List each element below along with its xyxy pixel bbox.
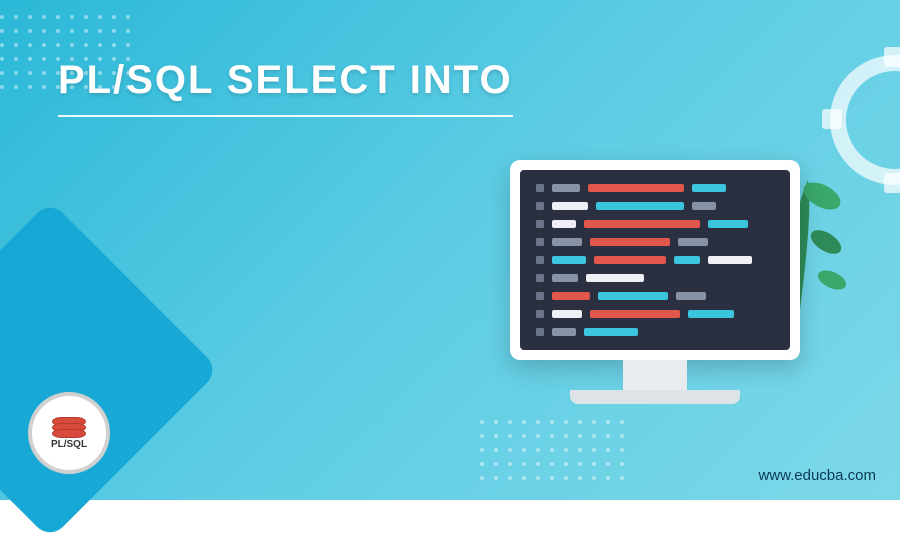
code-segment (708, 220, 748, 228)
plsql-logo: PL/SQL (28, 392, 110, 474)
code-segment (552, 202, 588, 210)
code-segment (708, 256, 752, 264)
code-segment (586, 274, 644, 282)
code-segment (552, 256, 586, 264)
code-segment (674, 256, 700, 264)
code-segment (552, 310, 582, 318)
code-line (536, 274, 774, 282)
decorative-diamond (0, 200, 220, 539)
banner: PL/SQL SELECT INTO PL/SQL www.educba.com (0, 0, 900, 500)
decorative-dots-bottom (480, 420, 640, 500)
monitor-illustration (510, 160, 800, 404)
code-line (536, 184, 774, 192)
code-segment (676, 292, 706, 300)
code-segment (552, 220, 576, 228)
code-segment (552, 292, 590, 300)
code-segment (688, 310, 734, 318)
code-segment (692, 184, 726, 192)
code-editor-screen (520, 170, 790, 350)
footer-url: www.educba.com (758, 467, 876, 484)
code-line (536, 292, 774, 300)
code-line (536, 202, 774, 210)
monitor-frame (510, 160, 800, 360)
logo-label: PL/SQL (51, 439, 87, 450)
code-line (536, 328, 774, 336)
monitor-stand-neck (623, 360, 687, 390)
code-segment (584, 220, 700, 228)
code-segment (552, 328, 576, 336)
code-segment (552, 274, 578, 282)
code-segment (596, 202, 684, 210)
code-segment (692, 202, 716, 210)
code-segment (590, 238, 670, 246)
code-line (536, 256, 774, 264)
code-segment (584, 328, 638, 336)
code-line (536, 220, 774, 228)
database-icon (52, 417, 86, 435)
code-line (536, 238, 774, 246)
code-segment (598, 292, 668, 300)
page-title: PL/SQL SELECT INTO (58, 58, 513, 117)
code-segment (588, 184, 684, 192)
code-segment (552, 184, 580, 192)
code-line (536, 310, 774, 318)
code-segment (678, 238, 708, 246)
code-segment (590, 310, 680, 318)
monitor-stand-base (570, 390, 740, 404)
code-segment (594, 256, 666, 264)
code-segment (552, 238, 582, 246)
